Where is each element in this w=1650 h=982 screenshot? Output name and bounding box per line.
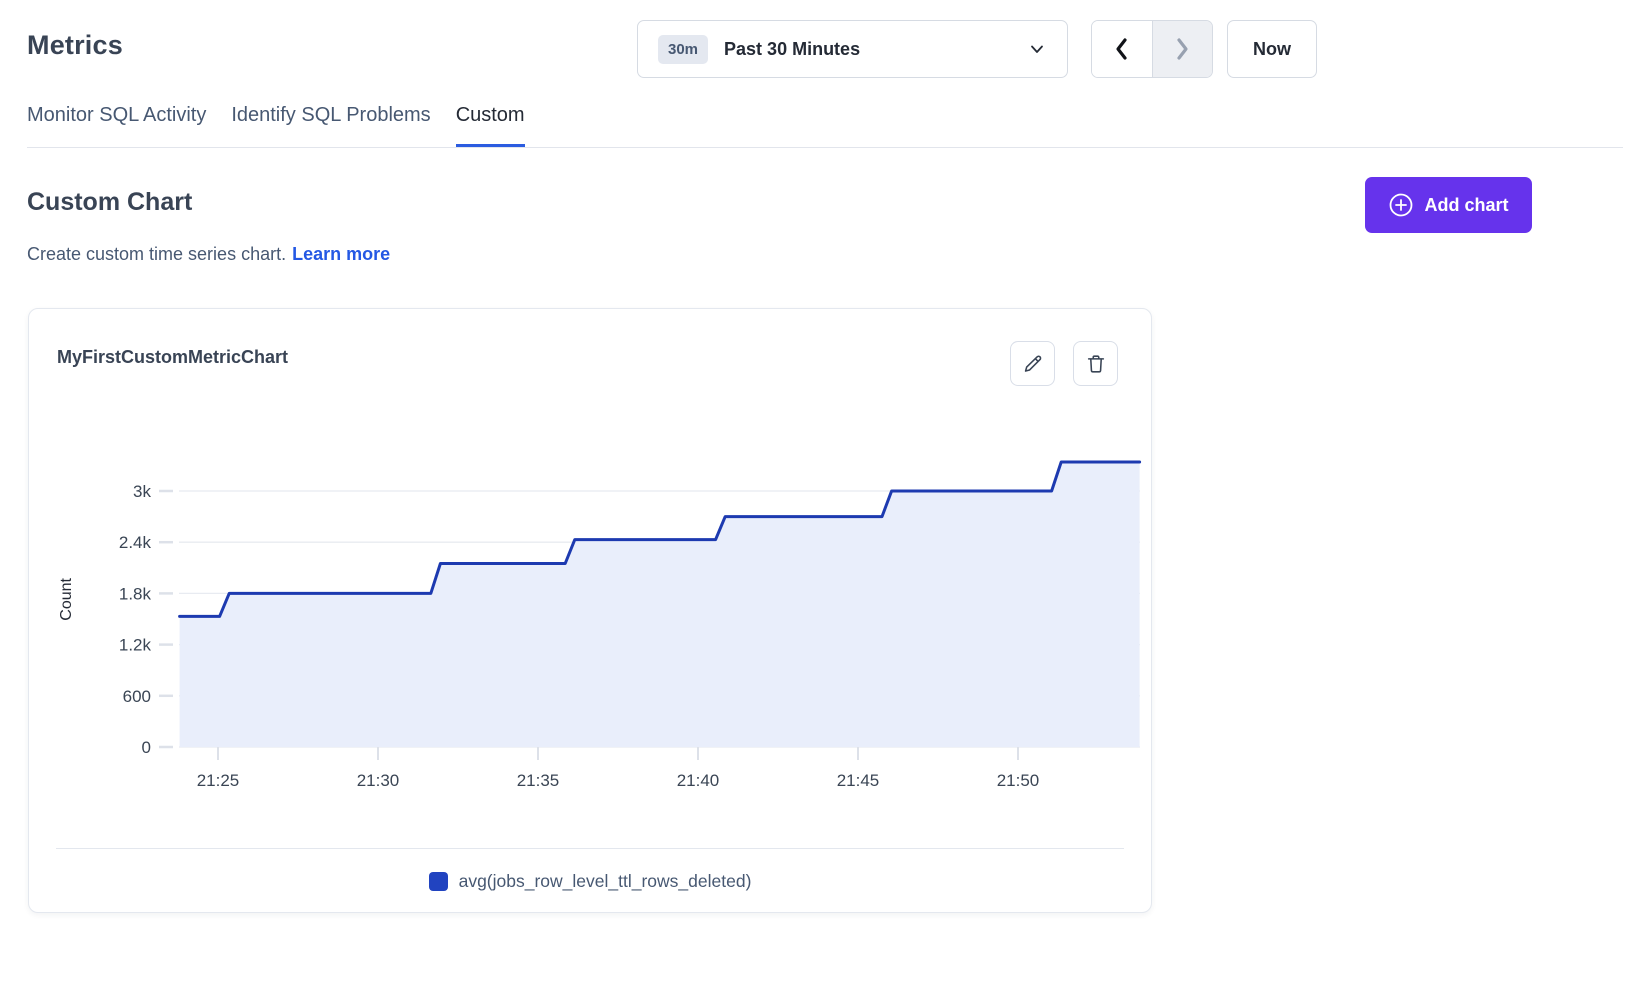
- svg-text:21:25: 21:25: [197, 771, 240, 790]
- delete-chart-button[interactable]: [1073, 341, 1118, 386]
- svg-text:21:30: 21:30: [357, 771, 400, 790]
- custom-chart-card: MyFirstCustomMetricChart 0 600 1.2k 1.8k 2.4…: [28, 308, 1152, 913]
- trash-icon: [1085, 353, 1107, 375]
- time-step-buttons: [1091, 20, 1213, 78]
- pencil-icon: [1022, 353, 1044, 375]
- add-chart-button[interactable]: Add chart: [1365, 177, 1532, 233]
- chart-title: MyFirstCustomMetricChart: [57, 347, 288, 368]
- svg-text:600: 600: [123, 687, 151, 706]
- section-description-text: Create custom time series chart.: [27, 244, 286, 264]
- legend-label: avg(jobs_row_level_ttl_rows_deleted): [459, 871, 752, 892]
- card-divider: [56, 848, 1124, 849]
- svg-text:21:35: 21:35: [517, 771, 560, 790]
- metrics-page: Metrics 30m Past 30 Minutes Now Monitor: [0, 0, 1650, 982]
- time-back-button[interactable]: [1092, 21, 1152, 77]
- svg-text:1.8k: 1.8k: [119, 584, 152, 603]
- chevron-left-icon: [1111, 36, 1133, 62]
- tab-monitor-sql-activity[interactable]: Monitor SQL Activity: [27, 104, 206, 148]
- chevron-down-icon: [1027, 39, 1047, 59]
- edit-chart-button[interactable]: [1010, 341, 1055, 386]
- time-controls: 30m Past 30 Minutes Now: [637, 20, 1068, 78]
- svg-text:21:40: 21:40: [677, 771, 720, 790]
- chart-legend: avg(jobs_row_level_ttl_rows_deleted): [29, 871, 1151, 892]
- now-button[interactable]: Now: [1227, 20, 1317, 78]
- tab-custom[interactable]: Custom: [456, 104, 525, 148]
- svg-text:21:50: 21:50: [997, 771, 1040, 790]
- time-range-badge: 30m: [658, 35, 708, 64]
- section-description: Create custom time series chart. Learn mo…: [27, 244, 390, 265]
- tab-bar: Monitor SQL Activity Identify SQL Proble…: [27, 104, 525, 148]
- time-range-label: Past 30 Minutes: [724, 39, 1027, 60]
- time-forward-button[interactable]: [1152, 21, 1212, 77]
- plus-circle-icon: [1388, 192, 1414, 218]
- svg-text:3k: 3k: [133, 482, 151, 501]
- svg-text:2.4k: 2.4k: [119, 533, 152, 552]
- time-range-select[interactable]: 30m Past 30 Minutes: [637, 20, 1068, 78]
- learn-more-link[interactable]: Learn more: [292, 244, 390, 264]
- svg-text:Count: Count: [58, 577, 75, 620]
- add-chart-label: Add chart: [1424, 195, 1508, 216]
- page-title: Metrics: [27, 30, 123, 61]
- custom-metric-chart[interactable]: 0 600 1.2k 1.8k 2.4k 3k 21:25 21:30 21:35 21:40 21…: [29, 404, 1153, 804]
- svg-text:0: 0: [142, 738, 151, 757]
- section-heading: Custom Chart: [27, 188, 192, 217]
- chevron-right-icon: [1171, 36, 1193, 62]
- svg-text:21:45: 21:45: [837, 771, 880, 790]
- tab-identify-sql-problems[interactable]: Identify SQL Problems: [231, 104, 430, 148]
- svg-text:1.2k: 1.2k: [119, 636, 152, 655]
- tabs-divider: [27, 147, 1623, 148]
- legend-swatch: [429, 872, 448, 891]
